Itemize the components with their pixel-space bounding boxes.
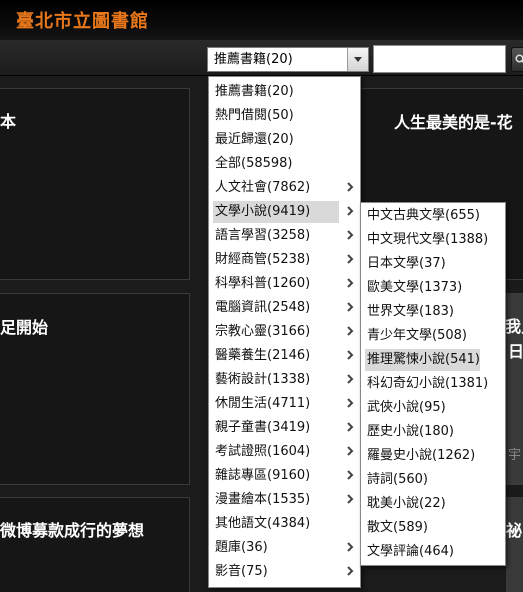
menu-item[interactable]: 推薦書籍(20) xyxy=(213,81,339,103)
book-card[interactable] xyxy=(0,497,190,592)
menu-item-active[interactable]: 文學小說(9419) xyxy=(213,201,339,223)
menu-item[interactable]: 題庫(36) xyxy=(213,537,339,559)
submenu-item[interactable]: 文學評論(464) xyxy=(365,541,480,563)
submenu-item[interactable]: 武俠小說(95) xyxy=(365,397,480,419)
card-title-fragment: 祕 xyxy=(506,521,523,540)
menu-item[interactable]: 最近歸還(20) xyxy=(213,129,339,151)
submenu-item[interactable]: 歐美文學(1373) xyxy=(365,277,480,299)
submenu-item[interactable]: 耽美小說(22) xyxy=(365,493,480,515)
card-title[interactable]: 人生最美的是-花 xyxy=(394,109,513,133)
chevron-right-icon[interactable] xyxy=(344,469,356,481)
chevron-right-icon[interactable] xyxy=(344,493,356,505)
menu-item[interactable]: 親子童書(3419) xyxy=(213,417,339,439)
chevron-right-icon[interactable] xyxy=(344,229,356,241)
category-select-value: 推薦書籍(20) xyxy=(214,52,293,67)
chevron-right-icon[interactable] xyxy=(344,541,356,553)
chevron-right-icon[interactable] xyxy=(344,421,356,433)
menu-item[interactable]: 醫藥養生(2146) xyxy=(213,345,339,367)
menu-item[interactable]: 財經商管(5238) xyxy=(213,249,339,271)
chevron-right-icon[interactable] xyxy=(344,277,356,289)
chevron-right-icon[interactable] xyxy=(344,301,356,313)
chevron-right-icon[interactable] xyxy=(344,373,356,385)
submenu-item[interactable]: 科幻奇幻小說(1381) xyxy=(365,373,488,395)
menu-item[interactable]: 電腦資訊(2548) xyxy=(213,297,339,319)
card-title[interactable]: 本 xyxy=(0,108,16,132)
submenu-item[interactable]: 中文現代文學(1388) xyxy=(365,229,488,251)
author-fragment: 宇 xyxy=(508,448,522,463)
submenu-item-active[interactable]: 推理驚悚小說(541) xyxy=(365,349,480,371)
menu-item[interactable]: 藝術設計(1338) xyxy=(213,369,339,391)
chevron-down-icon[interactable] xyxy=(347,48,368,71)
chevron-right-icon[interactable] xyxy=(344,565,356,577)
chevron-right-icon[interactable] xyxy=(344,445,356,457)
menu-item[interactable]: 休閒生活(4711) xyxy=(213,393,339,415)
category-dropdown-menu: 推薦書籍(20) 熱門借閱(50) 最近歸還(20) 全部(58598) 人文社… xyxy=(208,76,361,588)
search-icon xyxy=(515,54,523,64)
chevron-right-icon[interactable] xyxy=(344,181,356,193)
book-card[interactable] xyxy=(0,88,190,280)
search-button[interactable] xyxy=(511,47,523,72)
card-title-fragment: 我只 xyxy=(505,317,523,336)
header-bar: 臺北市立圖書館 xyxy=(0,0,523,40)
submenu-item[interactable]: 歷史小說(180) xyxy=(365,421,480,443)
card-title[interactable]: 足開始 xyxy=(0,314,48,338)
site-title[interactable]: 臺北市立圖書館 xyxy=(16,7,149,33)
menu-item[interactable]: 語言學習(3258) xyxy=(213,225,339,247)
menu-item[interactable]: 人文社會(7862) xyxy=(213,177,339,199)
menu-item[interactable]: 漫畫繪本(1535) xyxy=(213,489,339,511)
menu-item[interactable]: 其他語文(4384) xyxy=(213,513,339,535)
chevron-right-icon[interactable] xyxy=(344,253,356,265)
menu-item[interactable]: 宗教心靈(3166) xyxy=(213,321,339,343)
card-title-fragment: 日 xyxy=(508,342,523,361)
submenu-item[interactable]: 散文(589) xyxy=(365,517,480,539)
chevron-right-icon[interactable] xyxy=(344,325,356,337)
search-input[interactable] xyxy=(373,45,506,73)
menu-item[interactable]: 全部(58598) xyxy=(213,153,339,175)
submenu-item[interactable]: 青少年文學(508) xyxy=(365,325,480,347)
menu-item[interactable]: 雜誌專區(9160) xyxy=(213,465,339,487)
book-card-edge xyxy=(506,497,523,592)
card-title[interactable]: 微博募款成行的夢想 xyxy=(0,517,144,541)
chevron-right-icon[interactable] xyxy=(344,205,356,217)
chevron-right-icon[interactable] xyxy=(344,349,356,361)
submenu-item[interactable]: 中文古典文學(655) xyxy=(365,205,480,227)
menu-item[interactable]: 考試證照(1604) xyxy=(213,441,339,463)
submenu-item[interactable]: 羅曼史小說(1262) xyxy=(365,445,480,467)
submenu-item[interactable]: 詩詞(560) xyxy=(365,469,480,491)
submenu-item[interactable]: 日本文學(37) xyxy=(365,253,480,275)
literature-submenu: 中文古典文學(655) 中文現代文學(1388) 日本文學(37) 歐美文學(1… xyxy=(360,202,506,566)
menu-item[interactable]: 科學科普(1260) xyxy=(213,273,339,295)
submenu-item[interactable]: 世界文學(183) xyxy=(365,301,480,323)
menu-item[interactable]: 影音(75) xyxy=(213,561,339,583)
menu-item[interactable]: 熱門借閱(50) xyxy=(213,105,339,127)
chevron-right-icon[interactable] xyxy=(344,397,356,409)
category-select[interactable]: 推薦書籍(20) xyxy=(207,47,369,72)
